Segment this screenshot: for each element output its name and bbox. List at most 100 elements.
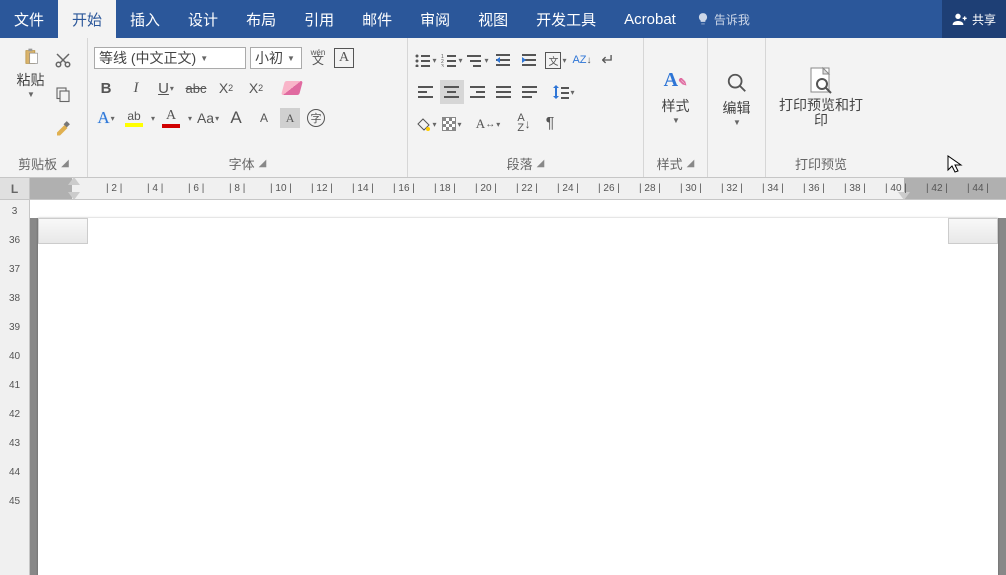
scissors-icon	[54, 51, 72, 69]
borders-icon	[442, 117, 456, 131]
styles-label: 样式	[662, 96, 690, 116]
tab-view[interactable]: 视图	[464, 0, 522, 38]
multilevel-icon	[467, 53, 483, 67]
group-paragraph: ▾ 123▾ ▾ 文▾ AZ↓ ↵ ▾ ▾ ▾	[408, 38, 644, 177]
printpreview-group-label: 打印预览	[795, 154, 847, 173]
superscript-button[interactable]: X2	[244, 76, 268, 100]
bullets-icon	[415, 53, 431, 67]
copy-button[interactable]	[51, 82, 75, 106]
text-direction-button[interactable]: A↔▾	[476, 112, 500, 136]
numbering-icon: 123	[441, 53, 457, 67]
bold-button[interactable]: B	[94, 76, 118, 100]
tab-devtools[interactable]: 开发工具	[522, 0, 610, 38]
asian-layout-button[interactable]: 文▾	[544, 48, 568, 72]
tab-layout[interactable]: 布局	[232, 0, 290, 38]
align-right-icon	[470, 86, 486, 98]
font-name-combo[interactable]: 等线 (中文正文)▼	[94, 47, 246, 69]
styles-launcher[interactable]: ◢	[687, 158, 695, 169]
text-effects-button[interactable]: A▾	[94, 106, 118, 130]
grow-font-button[interactable]: A	[224, 106, 248, 130]
styles-button[interactable]: A✎ 样式 ▼	[658, 67, 694, 127]
align-right-button[interactable]	[466, 80, 490, 104]
shading-button[interactable]: ▾	[414, 112, 438, 136]
align-left-button[interactable]	[414, 80, 438, 104]
share-label: 共享	[972, 11, 996, 28]
change-case-button[interactable]: Aa▾	[196, 106, 220, 130]
tab-home[interactable]: 开始	[58, 0, 116, 38]
person-icon	[952, 11, 968, 27]
clipboard-icon	[22, 48, 40, 66]
cut-button[interactable]	[51, 48, 75, 72]
distributed-icon	[522, 86, 538, 98]
distributed-button[interactable]	[518, 80, 542, 104]
group-printpreview: 打印预览和打印 打印预览	[766, 38, 876, 177]
tell-me[interactable]: 告诉我	[696, 0, 750, 38]
group-font: 等线 (中文正文)▼ 小初▼ wén文 A B I U▾ abc X2 X2 A…	[88, 38, 408, 177]
enclose-char-button[interactable]: 字	[304, 106, 328, 130]
phonetic-guide-button[interactable]: wén文	[306, 46, 330, 70]
tab-references[interactable]: 引用	[290, 0, 348, 38]
tab-review[interactable]: 审阅	[406, 0, 464, 38]
char-shading-button[interactable]: A	[280, 108, 300, 128]
document-page[interactable]	[38, 218, 998, 575]
vertical-ruler[interactable]: 336373839404142434445	[0, 200, 30, 575]
print-preview-button[interactable]: 打印预览和打印	[772, 64, 870, 131]
share-button[interactable]: 共享	[942, 0, 1006, 38]
bucket-icon	[415, 116, 431, 132]
outdent-icon	[496, 53, 512, 67]
document-area[interactable]	[30, 200, 1006, 575]
underline-button[interactable]: U▾	[154, 76, 178, 100]
align-left-icon	[418, 86, 434, 98]
show-marks-button[interactable]: ↵	[596, 48, 620, 72]
tell-me-label: 告诉我	[714, 11, 750, 28]
line-spacing-button[interactable]: ▾	[552, 80, 576, 104]
ruler-ticks: | 2 || 4 || 6 || 8 || 10 || 12 || 14 || …	[30, 178, 1006, 199]
subscript-button[interactable]: X2	[214, 76, 238, 100]
tab-mailings[interactable]: 邮件	[348, 0, 406, 38]
bullets-button[interactable]: ▾	[414, 48, 438, 72]
strikethrough-button[interactable]: abc	[184, 76, 208, 100]
decrease-indent-button[interactable]	[492, 48, 516, 72]
font-size-combo[interactable]: 小初▼	[250, 47, 302, 69]
borders-button[interactable]: ▾	[440, 112, 464, 136]
horizontal-ruler[interactable]: L | 2 || 4 || 6 || 8 || 10 || 12 || 14 |…	[0, 178, 1006, 200]
first-line-indent-marker[interactable]	[68, 177, 80, 185]
justify-button[interactable]	[492, 80, 516, 104]
editing-label: 编辑	[723, 98, 751, 118]
align-center-button[interactable]	[440, 80, 464, 104]
sort-az-button[interactable]: AZ↓	[512, 112, 536, 136]
paste-button[interactable]: 粘贴 ▼	[13, 42, 49, 101]
editing-button[interactable]: 编辑 ▼	[719, 70, 755, 129]
clipboard-launcher[interactable]: ◢	[61, 158, 69, 169]
highlight-button[interactable]: ab	[122, 106, 146, 130]
tab-design[interactable]: 设计	[174, 0, 232, 38]
numbering-button[interactable]: 123▾	[440, 48, 464, 72]
tab-acrobat[interactable]: Acrobat	[610, 0, 690, 38]
tab-insert[interactable]: 插入	[116, 0, 174, 38]
paste-label: 粘贴	[17, 70, 45, 90]
char-border-button[interactable]: A	[334, 48, 354, 68]
shrink-font-button[interactable]: A	[252, 106, 276, 130]
paragraph-group-label: 段落	[507, 154, 533, 173]
group-editing: 编辑 ▼	[708, 38, 766, 177]
justify-icon	[496, 86, 512, 98]
font-color-button[interactable]: A	[159, 106, 183, 130]
svg-text:3: 3	[441, 64, 444, 67]
page-search-icon	[808, 66, 834, 96]
eraser-icon	[281, 81, 303, 95]
indent-icon	[522, 53, 538, 67]
increase-indent-button[interactable]	[518, 48, 542, 72]
paragraph-launcher[interactable]: ◢	[537, 158, 545, 169]
sort-button[interactable]: AZ↓	[570, 48, 594, 72]
italic-button[interactable]: I	[124, 76, 148, 100]
tab-file[interactable]: 文件	[0, 0, 58, 38]
eraser-button[interactable]	[280, 76, 304, 100]
lightbulb-icon	[696, 12, 710, 26]
multilevel-button[interactable]: ▾	[466, 48, 490, 72]
font-color-swatch	[162, 124, 180, 128]
font-group-label: 字体	[229, 154, 255, 173]
hanging-indent-marker[interactable]	[68, 192, 80, 200]
show-formatting-button[interactable]: ¶	[538, 112, 562, 136]
font-launcher[interactable]: ◢	[259, 158, 267, 169]
format-painter-button[interactable]	[51, 116, 75, 140]
